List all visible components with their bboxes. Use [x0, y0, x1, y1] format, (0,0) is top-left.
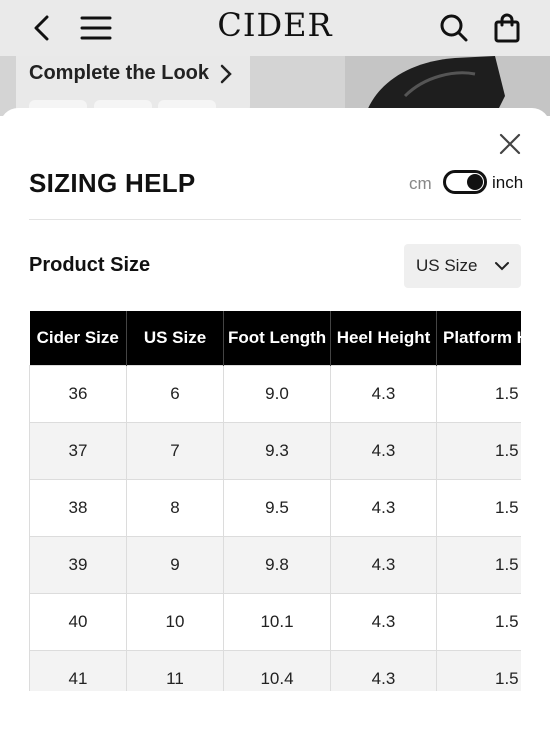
table-cell: 1.5: [436, 650, 521, 691]
chevron-right-icon: [220, 64, 232, 84]
table-cell: 1.5: [436, 593, 521, 651]
table-cell: 4.3: [330, 365, 437, 423]
table-cell: 4.3: [330, 650, 437, 691]
table-cell: 4.3: [330, 536, 437, 594]
chevron-down-icon: [495, 262, 509, 271]
table-cell: 1.5: [436, 479, 521, 537]
table-cell: 9.0: [223, 365, 331, 423]
column-header: Cider Size: [29, 311, 127, 366]
table-cell: 8: [126, 479, 224, 537]
table-row: 38 8 9.5 4.3 1.5: [29, 479, 521, 537]
table-row: 41 11 10.4 4.3 1.5: [29, 650, 521, 691]
toggle-knob: [467, 174, 483, 190]
table-cell: 37: [29, 422, 127, 480]
table-cell: 9.8: [223, 536, 331, 594]
close-button[interactable]: [496, 130, 524, 158]
table-cell: 4.3: [330, 422, 437, 480]
table-cell: 36: [29, 365, 127, 423]
table-cell: 10: [126, 593, 224, 651]
table-cell: 6: [126, 365, 224, 423]
table-cell: 39: [29, 536, 127, 594]
table-cell: 1.5: [436, 536, 521, 594]
close-icon: [499, 133, 521, 155]
table-row: 36 6 9.0 4.3 1.5: [29, 365, 521, 423]
size-system-select[interactable]: US Size: [404, 244, 521, 288]
column-header: Platform Height: [436, 311, 521, 366]
complete-the-look-label[interactable]: Complete the Look: [29, 62, 209, 85]
product-image: [345, 56, 550, 116]
table-cell: 4.3: [330, 593, 437, 651]
table-cell: 1.5: [436, 422, 521, 480]
table-row: 40 10 10.1 4.3 1.5: [29, 593, 521, 651]
table-cell: 4.3: [330, 479, 437, 537]
table-cell: 10.4: [223, 650, 331, 691]
column-header: Foot Length: [223, 311, 331, 366]
table-cell: 9.5: [223, 479, 331, 537]
bag-button[interactable]: [487, 8, 527, 48]
table-cell: 38: [29, 479, 127, 537]
table-cell: 9.3: [223, 422, 331, 480]
table-row: 37 7 9.3 4.3 1.5: [29, 422, 521, 480]
size-table: Cider Size US Size Foot Length Heel Heig…: [29, 311, 521, 691]
column-header: Heel Height: [330, 311, 437, 366]
table-header-row: Cider Size US Size Foot Length Heel Heig…: [29, 311, 521, 366]
unit-cm-label[interactable]: cm: [409, 174, 432, 194]
bag-icon: [494, 13, 520, 43]
table-cell: 9: [126, 536, 224, 594]
column-header: US Size: [126, 311, 224, 366]
table-cell: 40: [29, 593, 127, 651]
divider: [29, 219, 521, 220]
table-cell: 11: [126, 650, 224, 691]
top-nav-bar: CIDER: [0, 0, 550, 56]
table-cell: 1.5: [436, 365, 521, 423]
table-cell: 41: [29, 650, 127, 691]
table-cell: 7: [126, 422, 224, 480]
product-size-label: Product Size: [29, 254, 151, 276]
sheet-title: SIZING HELP: [29, 168, 196, 198]
search-icon: [440, 14, 468, 42]
table-cell: 10.1: [223, 593, 331, 651]
unit-toggle[interactable]: [443, 170, 487, 194]
size-table-scroll[interactable]: Cider Size US Size Foot Length Heel Heig…: [29, 311, 521, 691]
table-row: 39 9 9.8 4.3 1.5: [29, 536, 521, 594]
size-select-value: US Size: [416, 256, 478, 275]
unit-inch-label[interactable]: inch: [492, 173, 523, 193]
search-button[interactable]: [434, 8, 474, 48]
